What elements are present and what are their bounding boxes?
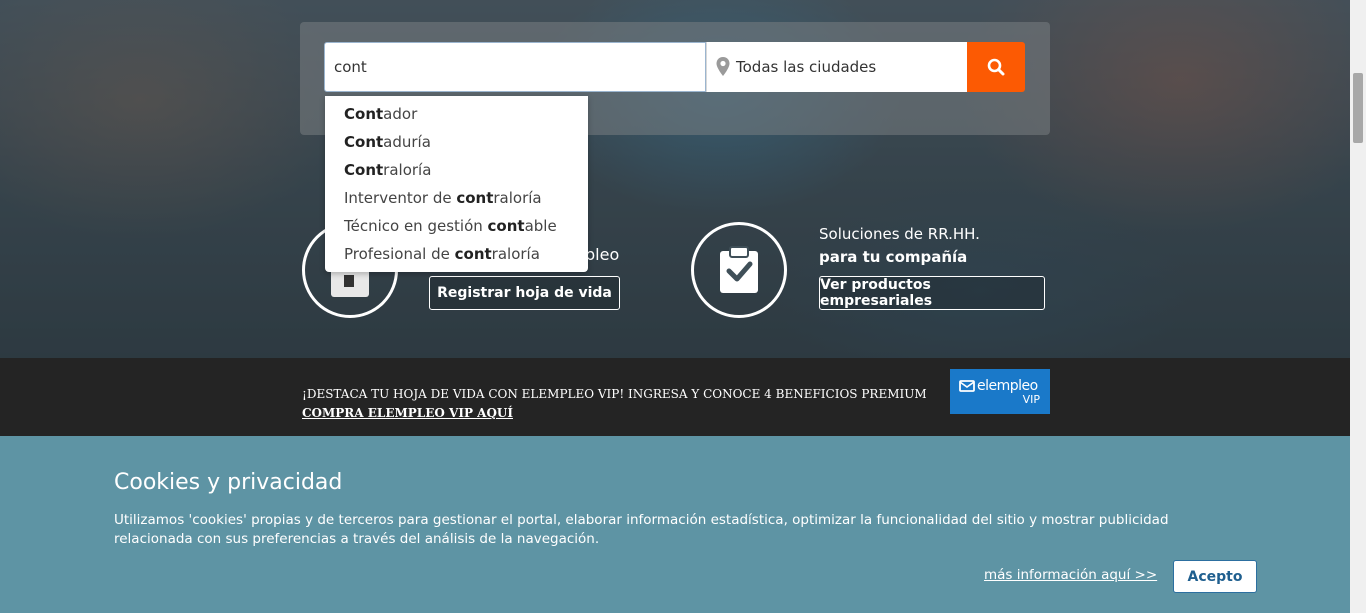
cookie-banner: Cookies y privacidad Utilizamos 'cookies… [0,436,1350,613]
promo-banner: ¡DESTACA TU HOJA DE VIDA CON ELEMPLEO VI… [0,358,1350,436]
envelope-icon [959,380,975,392]
hr-feature-circle [691,222,787,318]
cookie-accept-button[interactable]: Acepto [1173,560,1257,593]
city-select-label: Todas las ciudades [736,58,877,76]
autocomplete-item[interactable]: Contaduría [325,128,588,156]
page-scrollbar[interactable] [1350,0,1366,613]
autocomplete-item[interactable]: Profesional de contraloría [325,240,588,268]
autocomplete-item[interactable]: Técnico en gestión contable [325,212,588,240]
company-products-button[interactable]: Ver productos empresariales [819,276,1045,310]
autocomplete-dropdown: Contador Contaduría Contraloría Interven… [325,96,588,272]
autocomplete-item[interactable]: Contraloría [325,156,588,184]
company-title-line1: Soluciones de RR.HH. [819,225,980,243]
vip-badge-label: VIP [1022,393,1040,406]
promo-text-block: ¡DESTACA TU HOJA DE VIDA CON ELEMPLEO VI… [302,385,927,423]
search-icon [987,58,1005,76]
company-title: Soluciones de RR.HH. para tu compañía [819,223,980,269]
vip-badge[interactable]: elempleo VIP [950,369,1050,414]
cookie-more-info-link[interactable]: más información aquí >> [984,567,1157,583]
company-title-line2: para tu compañía [819,248,968,266]
search-input[interactable] [324,42,706,92]
autocomplete-item[interactable]: Interventor de contraloría [325,184,588,212]
scroll-thumb[interactable] [1353,73,1363,143]
cookie-body: Utilizamos 'cookies' propias y de tercer… [114,512,1169,547]
clipboard-check-icon [720,246,758,293]
promo-link[interactable]: COMPRA ELEMPLEO VIP AQUÍ [302,404,927,423]
cookie-title: Cookies y privacidad [114,470,343,495]
location-pin-icon [716,57,730,76]
candidate-title: pleo [585,245,620,264]
vip-badge-logo: elempleo [977,378,1038,394]
promo-text: ¡DESTACA TU HOJA DE VIDA CON ELEMPLEO VI… [302,387,927,401]
city-select[interactable]: Todas las ciudades [706,42,967,92]
search-button[interactable] [967,42,1025,92]
autocomplete-item[interactable]: Contador [325,100,588,128]
register-cv-button[interactable]: Registrar hoja de vida [429,276,620,310]
